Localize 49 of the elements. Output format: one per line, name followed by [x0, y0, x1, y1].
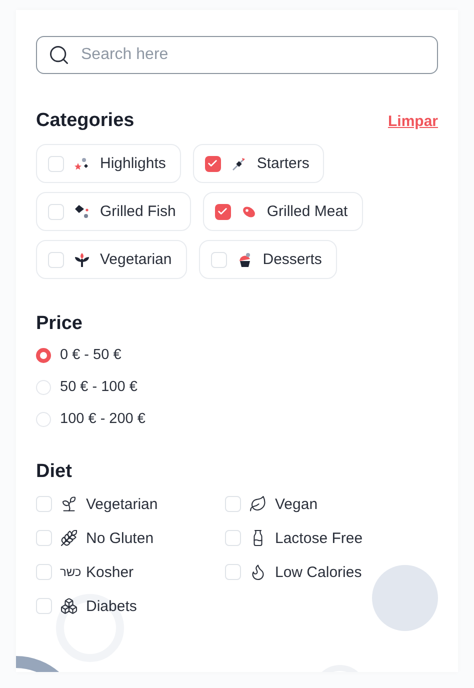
search-icon [48, 44, 70, 66]
flame-icon [249, 563, 267, 581]
option-label: No Gluten [86, 530, 154, 546]
category-chip[interactable]: Starters [192, 144, 324, 183]
checkbox[interactable] [48, 204, 64, 220]
radio-button[interactable] [36, 348, 51, 362]
option-label: 100 € - 200 € [60, 411, 146, 427]
cubes-icon [60, 597, 78, 615]
check-icon [207, 158, 218, 169]
plant-icon [74, 252, 90, 268]
leaf-icon [249, 495, 267, 513]
option-label: Vegan [275, 496, 318, 512]
option-label: Kosher [86, 564, 134, 580]
checkbox[interactable] [225, 496, 241, 512]
fish-icon [74, 204, 90, 220]
category-chip[interactable]: Grilled Fish [36, 192, 191, 231]
option-label: 0 € - 50 € [60, 347, 122, 363]
checkbox[interactable] [48, 156, 64, 172]
section-heading: Categories [36, 110, 134, 132]
option-label: Lactose Free [275, 530, 363, 546]
option-label: 50 € - 100 € [60, 379, 138, 395]
option-label: Low Calories [275, 564, 362, 580]
checkbox[interactable] [214, 204, 231, 220]
stars-icon [74, 156, 90, 172]
category-chip[interactable]: Vegetarian [36, 240, 187, 279]
option-label: Vegetarian [86, 496, 158, 512]
category-chip[interactable]: Grilled Meat [202, 192, 363, 231]
section-heading: Price [36, 313, 82, 335]
category-chip[interactable]: Desserts [198, 240, 337, 279]
category-chip[interactable]: Highlights [36, 144, 181, 183]
wheat-icon [60, 529, 78, 547]
checkbox[interactable] [36, 564, 52, 580]
checkbox[interactable] [225, 564, 241, 580]
kosher-icon-text: כשר [60, 565, 78, 579]
section-heading: Diet [36, 461, 72, 483]
search-field[interactable]: Search here [36, 36, 438, 74]
checkbox[interactable] [36, 598, 52, 614]
checkbox[interactable] [225, 530, 241, 546]
cupcake-icon [236, 252, 253, 268]
checkbox[interactable] [36, 496, 52, 512]
sprout-icon [60, 495, 78, 513]
checkbox[interactable] [36, 530, 52, 546]
decorative-circle [372, 565, 438, 631]
checkbox[interactable] [204, 156, 221, 172]
option-label: Diabets [86, 598, 137, 614]
skewer-icon [230, 156, 247, 172]
checkbox[interactable] [210, 252, 227, 268]
checkbox[interactable] [48, 252, 64, 268]
check-icon [217, 206, 228, 217]
